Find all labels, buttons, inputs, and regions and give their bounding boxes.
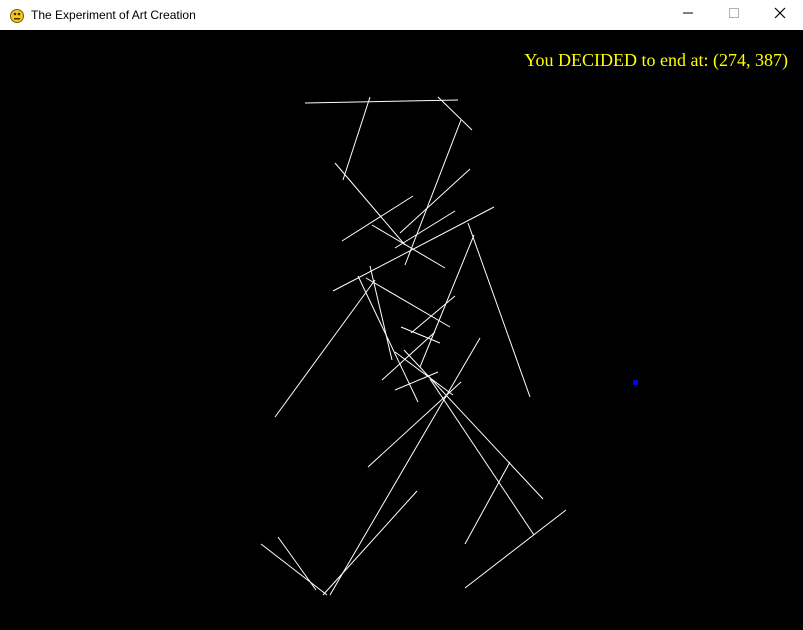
pygame-snake-icon: [9, 7, 25, 23]
minimize-button[interactable]: [665, 0, 711, 30]
line-segments: [260, 96, 567, 596]
window-controls: [665, 0, 803, 30]
line-segment: [404, 119, 462, 266]
maximize-button[interactable]: [711, 0, 757, 30]
line-segment: [334, 162, 406, 246]
line-segment: [464, 461, 511, 545]
line-segment: [277, 536, 317, 591]
line-segment: [332, 206, 495, 292]
line-segment: [437, 96, 473, 131]
line-segment: [342, 96, 371, 181]
title-bar[interactable]: The Experiment of Art Creation: [0, 0, 803, 30]
line-segment: [400, 326, 441, 344]
line-segment: [419, 234, 475, 368]
window-title: The Experiment of Art Creation: [31, 8, 196, 22]
line-segment: [381, 331, 436, 381]
line-segment: [410, 295, 456, 334]
line-segment: [467, 222, 531, 398]
line-segment: [357, 275, 419, 403]
line-segment: [429, 378, 535, 536]
end-point-marker: [633, 380, 638, 385]
drawing-canvas[interactable]: You DECIDED to end at: (274, 387): [0, 30, 803, 630]
maximize-icon: [728, 6, 740, 24]
line-segment: [341, 195, 414, 242]
line-segment: [274, 279, 376, 418]
line-segment: [304, 99, 459, 104]
line-segment: [403, 349, 544, 500]
status-message: You DECIDED to end at: (274, 387): [524, 50, 788, 70]
line-segment: [369, 265, 393, 361]
line-segment: [322, 490, 418, 596]
close-button[interactable]: [757, 0, 803, 30]
line-segment: [371, 224, 446, 269]
line-segment: [464, 509, 567, 589]
line-segment: [329, 337, 481, 596]
close-icon: [774, 6, 786, 24]
line-segment: [260, 543, 328, 596]
minimize-icon: [682, 6, 694, 24]
app-window: The Experiment of Art Creation You DECID…: [0, 0, 803, 630]
line-art: [260, 96, 638, 596]
